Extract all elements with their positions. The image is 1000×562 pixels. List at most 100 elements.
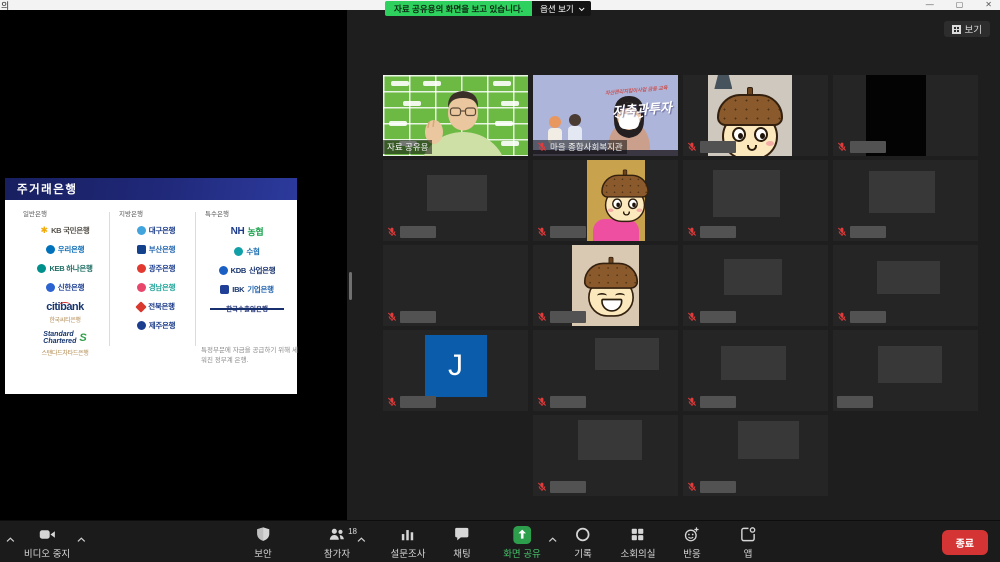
chevron-up-icon[interactable] (77, 531, 86, 546)
bank-logo-icon (137, 283, 146, 292)
stop-video-icon (38, 526, 57, 543)
participant-tile[interactable] (683, 330, 828, 411)
bank-name: 광주은행 (149, 263, 175, 274)
breakout-rooms-icon (630, 526, 646, 543)
screen-share-banner: 자료 공유용의 화면을 보고 있습니다. 옵션 보기 (385, 1, 591, 16)
citibank-logo: citibank (46, 301, 84, 313)
participant-name-label (833, 395, 877, 409)
redacted-avatar (578, 420, 642, 461)
bank-name: IBK (232, 285, 244, 294)
standard-chartered-logo: StandardCharteredS (43, 331, 86, 346)
toolbar-button-share-screen[interactable]: 화면 공유 (503, 526, 541, 560)
end-meeting-button[interactable]: 종료 (942, 530, 988, 555)
toolbar-label: 반응 (683, 546, 700, 560)
participant-tile[interactable] (533, 245, 678, 326)
redacted-name (700, 481, 736, 493)
mic-muted-icon (537, 227, 547, 237)
bank-name: 우리은행 (58, 244, 84, 255)
participant-tile[interactable] (683, 415, 828, 496)
minimize-button[interactable]: — (926, 1, 934, 9)
redacted-name (550, 226, 586, 238)
participant-tile[interactable] (833, 330, 978, 411)
bank-item: KEB 하나은행 (19, 263, 111, 274)
participant-name-label (383, 310, 440, 324)
participant-tile[interactable] (833, 160, 978, 241)
participant-name: 자료 공유용 (387, 141, 428, 153)
screen-share-banner-text: 자료 공유용의 화면을 보고 있습니다. (385, 1, 532, 16)
column-header: 일반은행 (23, 208, 111, 218)
toolbar-label: 채팅 (453, 546, 470, 560)
bank-item: 부산은행 (115, 244, 197, 255)
participant-name-label (683, 395, 740, 409)
participant-tile[interactable] (683, 160, 828, 241)
redacted-name (850, 311, 886, 323)
participant-name: 마을 종합사회복지관 (550, 141, 623, 153)
close-button[interactable]: ✕ (985, 1, 992, 9)
bank-item: 광주은행 (115, 263, 197, 274)
toolbar-button-security[interactable]: 보안 (254, 526, 271, 560)
participant-tile[interactable] (533, 330, 678, 411)
toolbar-button-record[interactable]: 기록 (574, 526, 591, 560)
toolbar-button-breakout-rooms[interactable]: 소회의실 (621, 526, 656, 560)
mic-muted-icon (837, 312, 847, 322)
toolbar-button-participants[interactable]: 18참가자 (324, 526, 350, 560)
bank-logo-icon (137, 321, 146, 330)
zoom-app-window: 의 — ▢ ✕ 자료 공유용의 화면을 보고 있습니다. 옵션 보기 보기 주거… (0, 0, 1000, 562)
participant-tile[interactable] (383, 245, 528, 326)
chevron-up-icon[interactable] (548, 531, 557, 546)
view-options-button[interactable]: 옵션 보기 (532, 1, 591, 16)
redacted-avatar (869, 171, 934, 213)
slide-footnote: 특정부문에 자금을 공급하기 위해 세워진 정부계 은행. (201, 346, 301, 366)
bank-name: KEB 하나은행 (49, 263, 92, 274)
bank-item: 신한은행 (19, 282, 111, 293)
bank-logo-icon (137, 245, 146, 254)
toolbar-button-apps[interactable]: 앱 (740, 526, 757, 560)
participant-tile[interactable] (683, 75, 828, 156)
mic-muted-icon (687, 397, 697, 407)
column-header: 특수은행 (205, 208, 293, 218)
chevron-up-icon[interactable] (357, 531, 366, 546)
bank-item: 제주은행 (115, 320, 197, 331)
shared-screen-area: 주거래은행 일반은행✱KB 국민은행우리은행KEB 하나은행신한은행citiba… (0, 10, 347, 520)
participant-tile[interactable] (533, 160, 678, 241)
apps-icon (740, 526, 757, 543)
scroll-indicator[interactable] (349, 272, 352, 300)
participant-name-label (533, 395, 590, 409)
mic-muted-icon (537, 397, 547, 407)
redacted-avatar (713, 170, 780, 217)
participant-tile[interactable] (533, 415, 678, 496)
participant-tile[interactable] (683, 245, 828, 326)
participant-tile[interactable]: J (383, 330, 528, 411)
share-screen-icon (513, 526, 531, 543)
toolbar-button-stop-video[interactable]: 비디오 중지 (24, 526, 70, 560)
record-icon (574, 526, 591, 543)
chevron-up-icon[interactable] (6, 531, 15, 546)
participant-name-label: 자료 공유용 (383, 140, 432, 154)
mic-muted-icon (687, 227, 697, 237)
participant-tile[interactable]: 자산관리지킴이사업 금융 교육저축과투자마을 종합사회복지관 (533, 75, 678, 156)
column-header: 지방은행 (119, 208, 197, 218)
sc-mark-icon: S (79, 332, 86, 344)
bank-subname: 스탠다드차타드은행 (19, 348, 111, 357)
toolbar-button-reactions[interactable]: 반응 (683, 526, 700, 560)
bank-name: 산업은행 (249, 265, 275, 276)
participant-tile[interactable] (833, 75, 978, 156)
bank-logo-icon (46, 245, 55, 254)
participant-tile[interactable] (833, 245, 978, 326)
maximize-button[interactable]: ▢ (956, 1, 964, 9)
participant-tile[interactable]: 자료 공유용 (383, 75, 528, 156)
toolbar-label: 설문조사 (391, 546, 426, 560)
mic-muted-icon (687, 482, 697, 492)
toolbar-button-polls[interactable]: 설문조사 (391, 526, 426, 560)
bank-item: 한국수출입은행 (201, 303, 293, 313)
participant-tile[interactable] (383, 160, 528, 241)
security-icon (255, 526, 271, 543)
bank-name: KDB (231, 266, 246, 275)
redacted-name (700, 226, 736, 238)
view-button[interactable]: 보기 (944, 21, 990, 37)
toolbar-button-chat[interactable]: 채팅 (453, 526, 470, 560)
redacted-name (700, 141, 736, 153)
participant-video-grid: 자료 공유용 자산관리지킴이사업 금융 교육저축과투자마을 종합사회복지관 J (383, 75, 978, 496)
redacted-avatar (721, 346, 786, 380)
bank-subname: 한국씨티은행 (19, 315, 111, 324)
